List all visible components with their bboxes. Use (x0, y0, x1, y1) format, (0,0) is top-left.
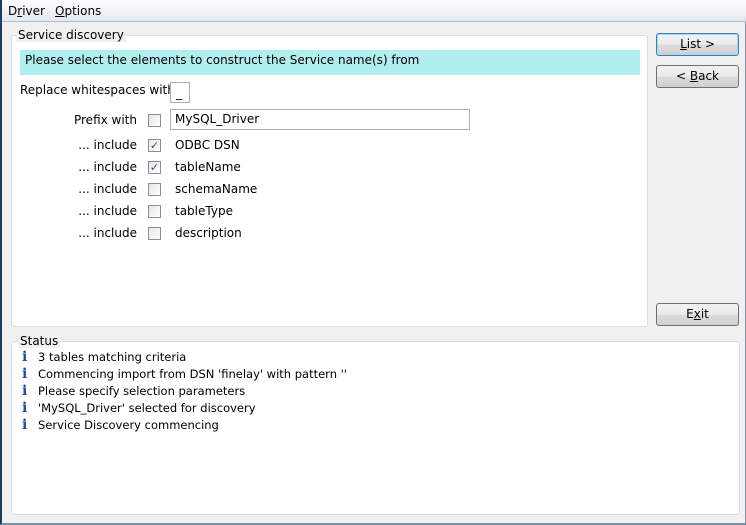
status-text: Commencing import from DSN 'finelay' wit… (38, 367, 347, 381)
menu-label: ptions (64, 4, 102, 18)
status-text: 'MySQL_Driver' selected for discovery (38, 401, 256, 415)
button-accelerator: B (689, 69, 699, 83)
status-item: i Service Discovery commencing (22, 417, 219, 433)
status-text: Service Discovery commencing (38, 418, 219, 432)
exit-button[interactable]: Exit (656, 303, 739, 326)
button-label: ist > (686, 37, 715, 51)
include-checkbox[interactable] (148, 205, 161, 218)
include-option-label: tableName (175, 160, 241, 174)
status-legend: Status (18, 334, 61, 348)
include-option-label: description (175, 226, 242, 240)
include-label: ... include (78, 226, 137, 240)
status-item: i Commencing import from DSN 'finelay' wi… (22, 366, 347, 382)
info-icon: i (22, 417, 28, 433)
button-accelerator: L (680, 37, 687, 51)
button-label: E (686, 307, 694, 321)
back-button[interactable]: < Back (656, 65, 739, 88)
include-checkbox[interactable]: ✓ (148, 161, 161, 174)
menu-label: D (8, 4, 18, 18)
include-option-label: tableType (175, 204, 233, 218)
instruction-banner: Please select the elements to construct … (20, 50, 640, 75)
menu-label: iver (22, 4, 45, 18)
info-icon: i (22, 400, 28, 416)
prefix-checkbox[interactable] (148, 114, 161, 127)
include-label: ... include (78, 138, 137, 152)
button-accelerator: x (693, 307, 701, 321)
include-label: ... include (78, 204, 137, 218)
service-discovery-legend: Service discovery (16, 28, 126, 42)
include-checkbox[interactable] (148, 227, 161, 240)
prefix-input[interactable]: MySQL_Driver (170, 109, 470, 130)
status-text: Please specify selection parameters (38, 384, 246, 398)
status-item: i 'MySQL_Driver' selected for discovery (22, 400, 256, 416)
menu-driver[interactable]: Driver (8, 4, 45, 18)
include-option-label: ODBC DSN (175, 138, 240, 152)
status-item: i 3 tables matching criteria (22, 349, 186, 365)
replace-whitespace-label: Replace whitespaces with (20, 83, 175, 97)
include-label: ... include (78, 182, 137, 196)
service-discovery-group (11, 35, 648, 327)
button-label: it (700, 307, 709, 321)
list-button[interactable]: List > (656, 33, 739, 56)
include-option-label: schemaName (175, 182, 258, 196)
include-label: ... include (78, 160, 137, 174)
menu-options[interactable]: Options (55, 4, 101, 18)
status-text: 3 tables matching criteria (38, 350, 187, 364)
replace-whitespace-input[interactable]: _ (170, 82, 190, 103)
status-item: i Please specify selection parameters (22, 383, 245, 399)
menu-bar: Driver Options (2, 0, 746, 22)
button-label: < (675, 69, 690, 83)
button-label: ack (698, 69, 719, 83)
info-icon: i (22, 383, 28, 399)
prefix-label: Prefix with (73, 113, 137, 127)
info-icon: i (22, 349, 28, 365)
info-icon: i (22, 366, 28, 382)
include-checkbox[interactable]: ✓ (148, 139, 161, 152)
include-checkbox[interactable] (148, 183, 161, 196)
